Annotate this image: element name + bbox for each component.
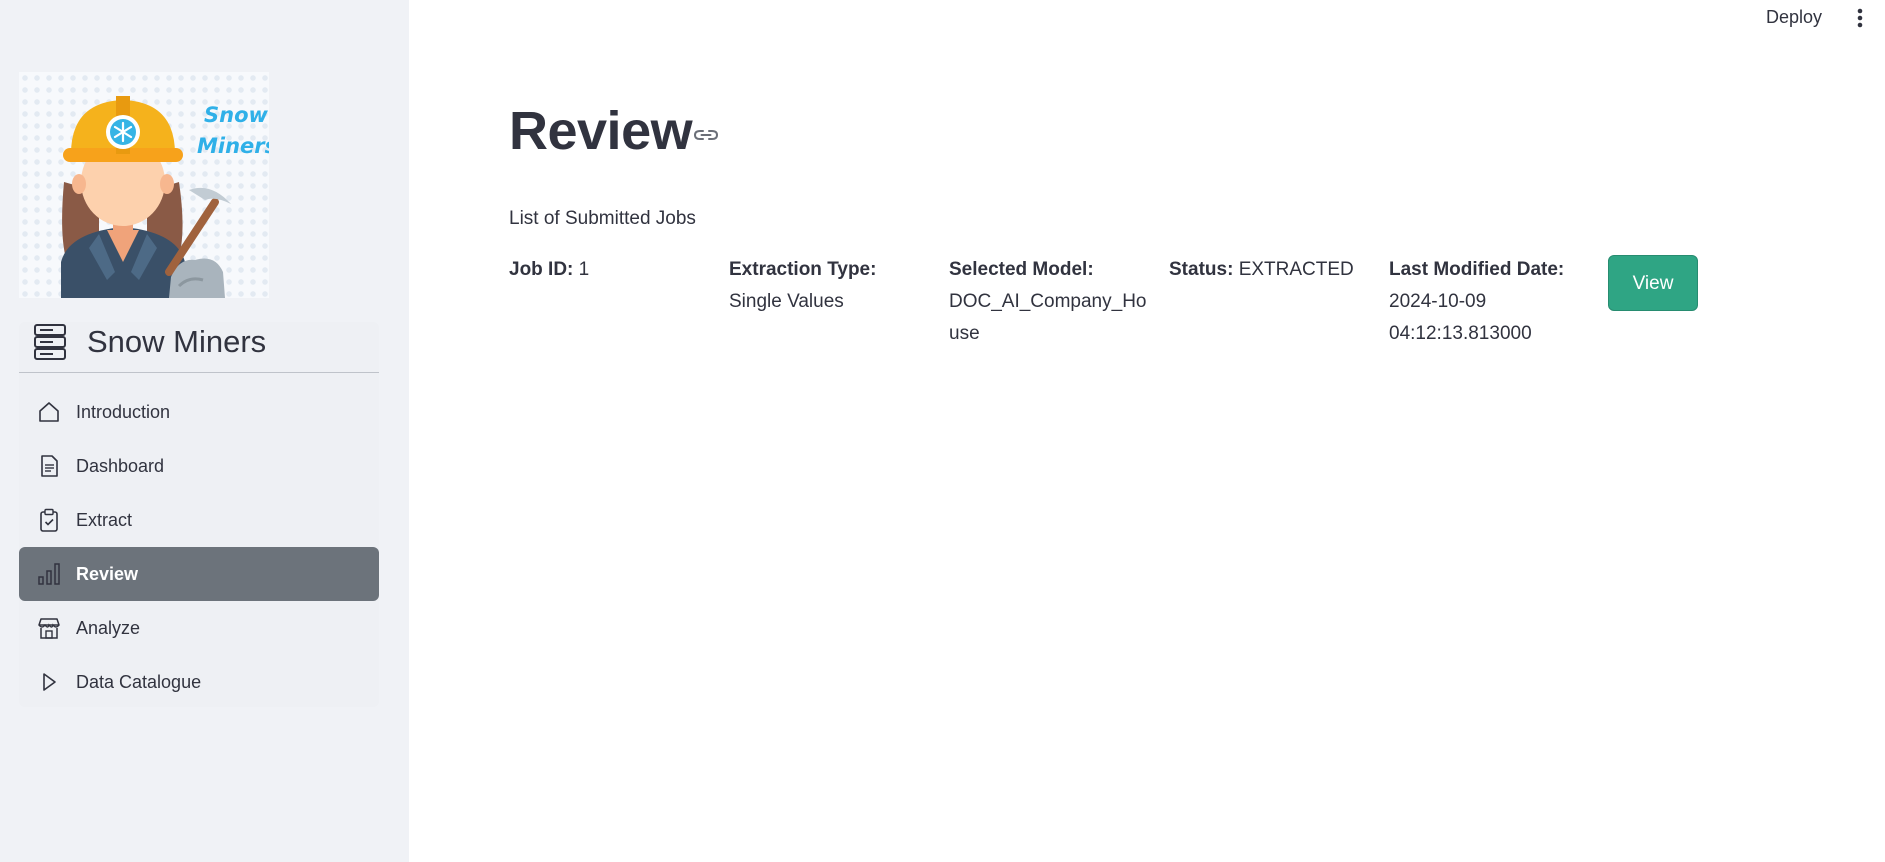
view-job-button[interactable]: View <box>1608 255 1698 311</box>
last-modified-value: 2024-10-09 04:12:13.813000 <box>1389 291 1532 344</box>
selected-model-value: DOC_AI_Company_House <box>949 291 1147 344</box>
last-modified-cell: Last Modified Date: 2024-10-09 04:12:13.… <box>1389 254 1594 350</box>
job-id-label: Job ID: <box>509 259 574 280</box>
logo-text-line2: Miners <box>197 134 269 158</box>
sidebar-item-extract[interactable]: Extract <box>19 493 379 547</box>
snow-miners-logo: Snow Miners <box>19 72 269 298</box>
last-modified-label: Last Modified Date: <box>1389 259 1565 280</box>
extraction-type-label: Extraction Type: <box>729 259 877 280</box>
sidebar: Snow Miners Snow Miners Introduction Das… <box>0 0 409 862</box>
logo-text-line1: Snow <box>204 103 268 127</box>
server-stack-icon <box>34 324 66 360</box>
sidebar-item-review[interactable]: Review <box>19 547 379 601</box>
sidebar-item-label: Review <box>76 564 139 584</box>
jobs-list-heading: List of Submitted Jobs <box>509 208 696 229</box>
sidebar-item-label: Analyze <box>76 618 141 638</box>
sidebar-item-label: Dashboard <box>76 456 165 476</box>
sidebar-item-label: Data Catalogue <box>76 672 202 692</box>
sidebar-item-introduction[interactable]: Introduction <box>19 385 379 439</box>
document-icon <box>41 455 58 477</box>
more-options-icon[interactable] <box>1853 6 1867 30</box>
app-name: Snow Miners <box>87 324 267 359</box>
extraction-type-cell: Extraction Type: Single Values <box>729 254 934 318</box>
bar-chart-icon <box>38 563 60 585</box>
sidebar-item-label: Extract <box>76 510 133 530</box>
shop-icon <box>38 618 60 639</box>
extraction-type-value: Single Values <box>729 291 844 312</box>
status-cell: Status: EXTRACTED <box>1169 254 1374 286</box>
clipboard-check-icon <box>40 508 58 532</box>
logo-wordmark: Snow Miners <box>197 100 269 162</box>
deploy-button[interactable]: Deploy <box>1766 4 1822 30</box>
sidebar-item-data-catalogue[interactable]: Data Catalogue <box>19 655 379 709</box>
menu-header: Snow Miners <box>19 322 379 373</box>
status-label: Status: <box>1169 259 1234 280</box>
status-value: EXTRACTED <box>1238 259 1354 280</box>
job-id-cell: Job ID: 1 <box>509 254 714 286</box>
page-title: Review <box>509 101 693 161</box>
selected-model-label: Selected Model: <box>949 259 1094 280</box>
selected-model-cell: Selected Model: DOC_AI_Company_House <box>949 254 1154 350</box>
job-id-value: 1 <box>578 259 590 280</box>
play-icon <box>43 673 56 691</box>
sidebar-item-dashboard[interactable]: Dashboard <box>19 439 379 493</box>
link-icon[interactable] <box>693 124 719 146</box>
house-icon <box>39 402 59 422</box>
sidebar-item-analyze[interactable]: Analyze <box>19 601 379 655</box>
sidebar-item-label: Introduction <box>76 402 171 422</box>
